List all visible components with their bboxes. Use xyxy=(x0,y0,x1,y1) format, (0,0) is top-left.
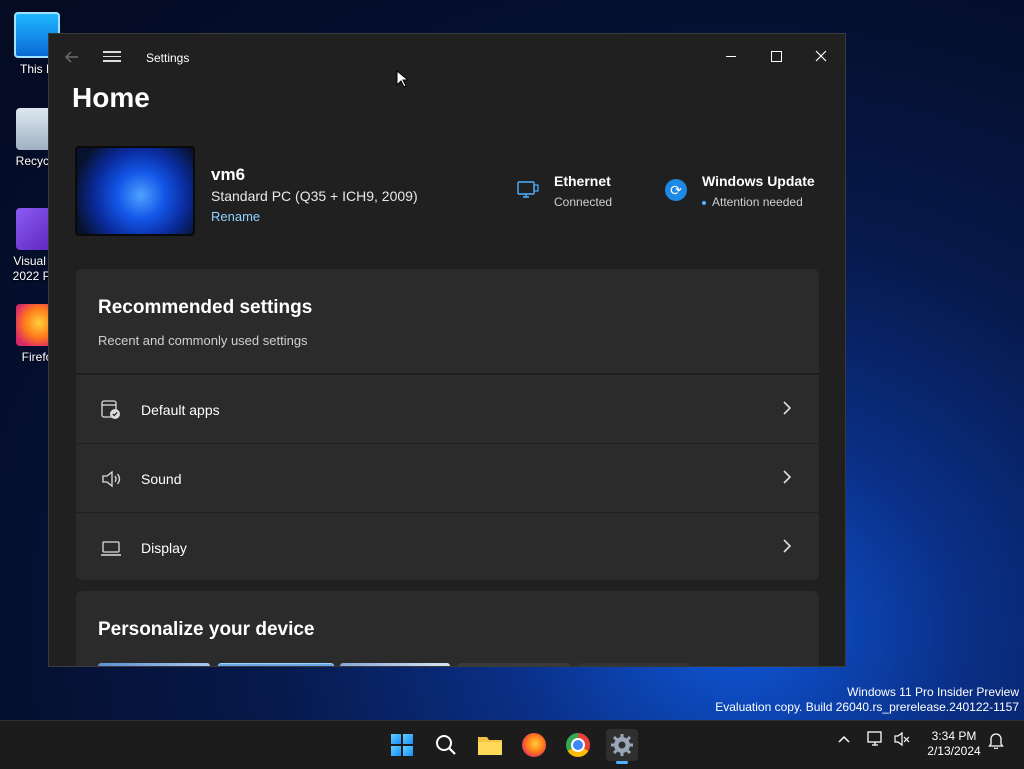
chevron-right-icon xyxy=(781,468,793,486)
refresh-icon: ⟳ xyxy=(665,179,687,201)
windows-update-title: Windows Update xyxy=(702,173,815,189)
evaluation-watermark: Windows 11 Pro Insider Preview Evaluatio… xyxy=(715,685,1019,715)
ethernet-status[interactable]: Ethernet Connected xyxy=(517,173,637,213)
settings-window: Settings Home vm6 Standard PC (Q35 + ICH… xyxy=(48,33,846,667)
watermark-line-2: Evaluation copy. Build 26040.rs_prerelea… xyxy=(715,700,1019,714)
recommended-item-label: Display xyxy=(141,540,187,556)
recommended-subtitle: Recent and commonly used settings xyxy=(98,333,308,348)
page-title: Home xyxy=(72,82,150,113)
personalize-card: Personalize your device xyxy=(76,591,819,666)
volume-tray-button[interactable] xyxy=(893,731,911,750)
back-arrow-icon[interactable] xyxy=(63,48,81,66)
speaker-muted-icon xyxy=(894,731,910,747)
rename-link[interactable]: Rename xyxy=(211,209,260,224)
personalize-title: Personalize your device xyxy=(98,619,315,640)
windows-update-subtitle-text: Attention needed xyxy=(712,195,803,209)
start-button[interactable] xyxy=(386,729,418,761)
chrome-taskbar-button[interactable] xyxy=(562,729,594,761)
recommended-title: Recommended settings xyxy=(98,297,313,318)
chevron-right-icon xyxy=(781,537,793,555)
show-hidden-icons-button[interactable] xyxy=(836,731,852,750)
maximize-icon xyxy=(770,50,782,62)
minimize-icon xyxy=(726,55,736,57)
ethernet-subtitle: Connected xyxy=(554,195,613,209)
chrome-icon xyxy=(566,733,590,757)
windows-logo-icon xyxy=(391,734,413,756)
gear-icon xyxy=(611,734,633,756)
maximize-button[interactable] xyxy=(754,40,798,70)
active-indicator xyxy=(616,761,628,764)
mouse-cursor-icon xyxy=(396,70,408,88)
speaker-icon xyxy=(100,468,122,490)
network-icon xyxy=(867,731,882,746)
file-explorer-button[interactable] xyxy=(474,729,506,761)
search-button[interactable] xyxy=(430,729,462,761)
recommended-item-display[interactable]: Display xyxy=(76,512,819,580)
firefox-icon xyxy=(522,733,546,757)
search-icon xyxy=(436,735,456,755)
clock[interactable]: 3:34 PM 2/13/2024 xyxy=(924,729,984,759)
clock-time: 3:34 PM xyxy=(931,729,977,743)
device-wallpaper-thumbnail[interactable] xyxy=(75,146,195,236)
title-bar[interactable]: Settings xyxy=(49,34,845,80)
ethernet-icon xyxy=(517,179,539,201)
theme-thumbnail[interactable] xyxy=(218,663,334,666)
bell-icon xyxy=(988,733,1004,750)
watermark-line-1: Windows 11 Pro Insider Preview xyxy=(847,685,1019,699)
recommended-item-label: Default apps xyxy=(141,402,220,418)
close-button[interactable] xyxy=(799,40,843,70)
chevron-right-icon xyxy=(781,399,793,417)
taskbar: 3:34 PM 2/13/2024 xyxy=(0,720,1024,769)
folder-icon xyxy=(478,737,502,755)
windows-update-subtitle: Attention needed xyxy=(702,195,803,209)
default-apps-icon xyxy=(100,399,122,421)
theme-thumbnail[interactable] xyxy=(458,663,570,666)
theme-thumbnail[interactable] xyxy=(98,663,210,666)
close-icon xyxy=(815,50,827,62)
recommended-item-label: Sound xyxy=(141,471,182,487)
windows-update-status[interactable]: ⟳ Windows Update Attention needed xyxy=(665,173,835,213)
network-tray-button[interactable] xyxy=(867,731,885,750)
window-title: Settings xyxy=(146,51,190,65)
recommended-item-default-apps[interactable]: Default apps xyxy=(76,374,819,443)
hamburger-menu-icon[interactable] xyxy=(103,48,121,66)
firefox-taskbar-button[interactable] xyxy=(518,729,550,761)
recommended-item-sound[interactable]: Sound xyxy=(76,443,819,512)
notifications-button[interactable] xyxy=(988,731,1004,752)
clock-date: 2/13/2024 xyxy=(927,744,981,758)
device-model: Standard PC (Q35 + ICH9, 2009) xyxy=(211,188,418,204)
theme-thumbnail[interactable] xyxy=(578,663,690,666)
theme-thumbnail[interactable] xyxy=(340,663,450,666)
chevron-up-icon xyxy=(838,735,850,743)
recommended-settings-card: Recommended settings Recent and commonly… xyxy=(76,269,819,580)
device-name: vm6 xyxy=(211,165,246,184)
settings-taskbar-button[interactable] xyxy=(606,729,638,764)
minimize-button[interactable] xyxy=(709,40,753,70)
recommended-header: Recommended settings Recent and commonly… xyxy=(76,269,819,374)
laptop-icon xyxy=(100,537,122,559)
ethernet-title: Ethernet xyxy=(554,173,611,189)
attention-dot xyxy=(702,200,706,205)
